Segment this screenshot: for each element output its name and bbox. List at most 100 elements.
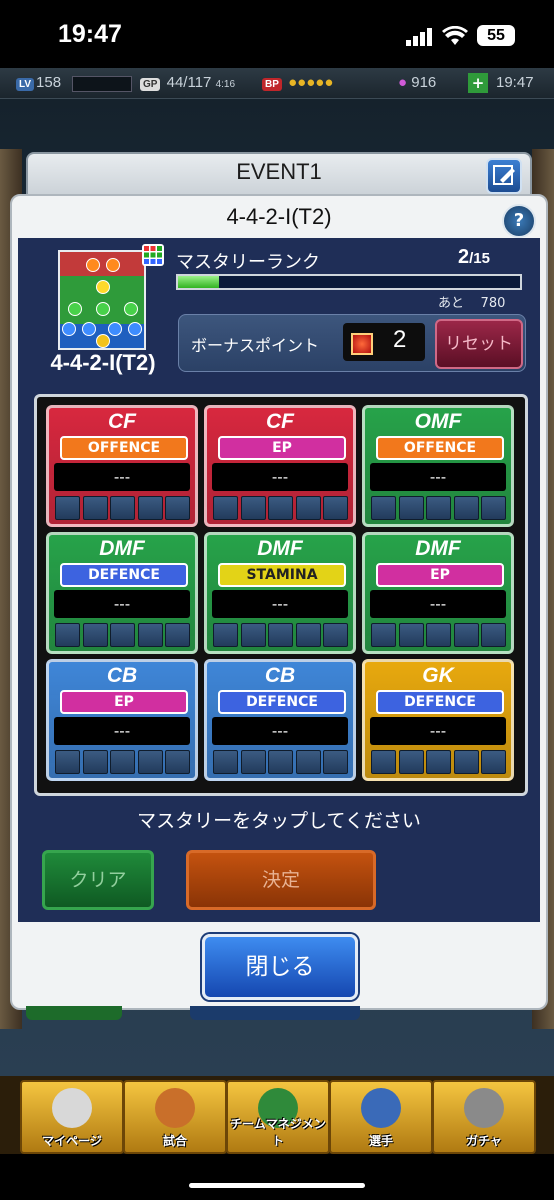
game-time: 19:47 <box>496 74 534 91</box>
mastery-card[interactable]: CB EP --- <box>46 659 198 781</box>
background-button-blue <box>190 1006 360 1020</box>
mastery-card[interactable]: GK DEFENCE --- <box>362 659 514 781</box>
gp-display: GP 44/117 4:16 <box>140 74 235 91</box>
card-value: --- <box>370 717 506 745</box>
mastery-slot <box>295 750 321 774</box>
card-type: EP <box>218 436 346 460</box>
mastery-slot <box>398 623 424 647</box>
card-type: DEFENCE <box>218 690 346 714</box>
mastery-card[interactable]: CB DEFENCE --- <box>204 659 356 781</box>
close-button[interactable]: 閉じる <box>202 934 358 1000</box>
modal-body: 4-4-2-I(T2) マスタリーランク 2/15 あと 780 ボーナスポイン… <box>18 238 540 922</box>
mastery-card[interactable]: CF EP --- <box>204 405 356 527</box>
bp-tag: BP <box>262 78 282 91</box>
card-position: CF <box>108 410 136 433</box>
mastery-progress-bar <box>176 274 522 290</box>
mypage-icon <box>52 1088 92 1128</box>
card-slots <box>213 496 349 520</box>
card-type: OFFENCE <box>376 436 504 460</box>
card-position: DMF <box>99 537 145 560</box>
mastery-slot <box>165 496 190 520</box>
card-slots <box>55 496 191 520</box>
mastery-slot <box>453 750 479 774</box>
card-type: DEFENCE <box>60 563 188 587</box>
formation-diagram <box>58 250 146 350</box>
mastery-slot <box>398 750 424 774</box>
reset-button[interactable]: リセット <box>435 319 523 369</box>
mastery-slot <box>268 750 293 774</box>
mastery-slot <box>82 496 108 520</box>
gacha-icon <box>464 1088 504 1128</box>
bonus-point-display: 2 <box>343 323 425 361</box>
card-type: EP <box>60 690 188 714</box>
card-slots <box>55 623 191 647</box>
mastery-slot <box>82 623 108 647</box>
mastery-slot <box>55 623 80 647</box>
mastery-slot <box>426 750 451 774</box>
card-type: OFFENCE <box>60 436 188 460</box>
card-type: EP <box>376 563 504 587</box>
nav-item[interactable]: マイページ <box>20 1080 124 1154</box>
card-value: --- <box>54 463 190 491</box>
mastery-card[interactable]: CF OFFENCE --- <box>46 405 198 527</box>
mastery-rank-label: マスタリーランク <box>176 252 320 273</box>
card-value: --- <box>212 717 348 745</box>
mastery-slot <box>137 496 163 520</box>
card-position: CB <box>106 664 138 687</box>
mastery-card[interactable]: DMF STAMINA --- <box>204 532 356 654</box>
mastery-card[interactable]: OMF OFFENCE --- <box>362 405 514 527</box>
remaining-label: あと <box>438 296 465 311</box>
card-position: DMF <box>415 537 461 560</box>
decide-button[interactable]: 決定 <box>186 850 376 910</box>
level-tag: LV <box>16 78 35 91</box>
level-display: LV 158 <box>16 74 61 91</box>
exp-bar <box>72 76 132 92</box>
add-coin-button[interactable]: + <box>468 73 488 93</box>
mastery-progress-fill <box>178 276 220 288</box>
nav-item[interactable]: 選手 <box>329 1080 433 1154</box>
mastery-slot <box>268 623 293 647</box>
nav-label: 試合 <box>162 1134 187 1148</box>
nav-item[interactable]: 試合 <box>123 1080 227 1154</box>
formation-row-fw <box>60 252 144 276</box>
card-value: --- <box>54 717 190 745</box>
clear-button[interactable]: クリア <box>42 850 154 910</box>
card-type: STAMINA <box>218 563 346 587</box>
player-dot <box>86 258 100 272</box>
mastery-slot <box>453 623 479 647</box>
edit-button[interactable] <box>486 158 522 194</box>
home-indicator <box>189 1183 365 1188</box>
mastery-slot <box>55 750 80 774</box>
bp-display: BP ●●●●● <box>262 74 333 91</box>
card-position: CB <box>264 664 296 687</box>
coin-display: ● 916 <box>398 74 436 91</box>
nav-label: チームマネジメント <box>230 1117 326 1148</box>
player-dot <box>96 280 110 294</box>
card-type: DEFENCE <box>376 690 504 714</box>
mastery-slot <box>165 750 190 774</box>
card-value: --- <box>212 590 348 618</box>
bonus-point-icon <box>351 333 373 355</box>
game-status-bar: LV 158 GP 44/117 4:16 BP ●●●●● ● 916 + 19… <box>0 68 554 99</box>
mastery-slot <box>240 496 266 520</box>
player-dot <box>96 334 110 348</box>
mastery-grid: CF OFFENCE --- CF EP --- OMF OFFENCE --- DMF DEFEN… <box>34 394 528 796</box>
gp-value: 44/117 <box>166 74 212 91</box>
mastery-card[interactable]: DMF DEFENCE --- <box>46 532 198 654</box>
mastery-slot <box>137 750 163 774</box>
mastery-slot <box>398 496 424 520</box>
card-value: --- <box>54 590 190 618</box>
mastery-slot <box>240 750 266 774</box>
help-button[interactable]: ? <box>502 204 536 238</box>
nav-label: ガチャ <box>466 1134 502 1148</box>
mastery-card[interactable]: DMF EP --- <box>362 532 514 654</box>
card-slots <box>371 623 507 647</box>
formation-row-mf2 <box>60 300 144 324</box>
formation-name: 4-4-2-I(T2) <box>50 350 156 375</box>
card-value: --- <box>212 463 348 491</box>
mastery-slot <box>426 496 451 520</box>
mastery-slot <box>323 496 348 520</box>
nav-item[interactable]: ガチャ <box>432 1080 536 1154</box>
card-slots <box>213 750 349 774</box>
nav-item[interactable]: チームマネジメント <box>226 1080 330 1154</box>
